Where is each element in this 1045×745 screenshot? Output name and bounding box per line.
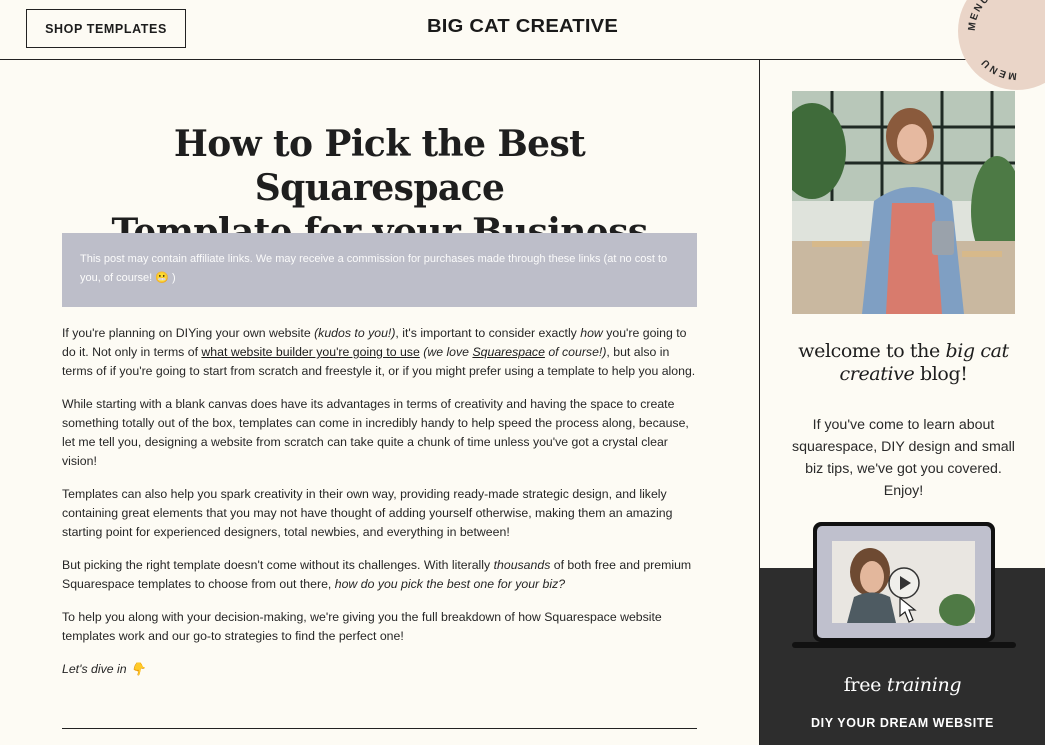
training-video-laptop[interactable] <box>792 522 1016 650</box>
paragraph-3: Templates can also help you spark creati… <box>62 487 673 539</box>
paragraph-4: But picking the right template doesn't c… <box>62 556 702 594</box>
site-header: SHOP TEMPLATES BIG CAT CREATIVE <box>0 0 1045 60</box>
text: But picking the right template doesn't c… <box>62 558 494 572</box>
text: If you're planning on DIYing your own we… <box>62 326 315 340</box>
sidebar-intro: If you've come to learn about squarespac… <box>792 417 1015 499</box>
article-body: If you're planning on DIYing your own we… <box>62 324 702 693</box>
menu-circular-text: MENU MENU MENU <box>967 0 1017 81</box>
paragraph-5: To help you along with your decision-mak… <box>62 610 662 643</box>
menu-button[interactable]: MENU MENU MENU <box>958 0 1045 90</box>
text: blog! <box>914 363 968 385</box>
article-divider <box>62 728 697 729</box>
text: , it's important to consider exactly <box>395 326 581 340</box>
text-italic: thousands <box>493 558 551 572</box>
free-training-heading: free training <box>760 674 1045 696</box>
paragraph-6: Let's dive in 👇 <box>62 660 702 679</box>
logo-text: BIG CAT CREATIVE <box>426 16 618 36</box>
menu-ring-label: MENU <box>978 55 1015 81</box>
text-italic: how <box>580 326 603 340</box>
menu-ring-label: MENU <box>967 0 991 31</box>
text-italic: (we love <box>423 345 473 359</box>
svg-text:MENU: MENU <box>967 0 993 31</box>
text-italic: (kudos to you!) <box>314 326 396 340</box>
diy-dream-website-link[interactable]: DIY YOUR DREAM WEBSITE <box>760 716 1045 730</box>
text: free <box>843 674 887 696</box>
site-logo[interactable]: BIG CAT CREATIVE <box>0 16 1045 37</box>
squarespace-link[interactable]: Squarespace <box>472 345 544 359</box>
website-builder-link[interactable]: what website builder you're going to use <box>201 345 419 359</box>
text: welcome to the <box>798 340 946 362</box>
text-italic: training <box>886 674 962 696</box>
text-italic: Let's dive in 👇 <box>62 662 146 676</box>
paragraph-1: If you're planning on DIYing your own we… <box>62 324 702 381</box>
paragraph-2: While starting with a blank canvas does … <box>62 397 689 468</box>
svg-text:MENU: MENU <box>978 55 1017 81</box>
text-italic: how do you pick the best one for your bi… <box>334 577 566 591</box>
author-photo <box>792 91 1015 314</box>
title-line-1: How to Pick the Best Squarespace <box>173 123 586 209</box>
welcome-heading: welcome to the big cat creative blog! <box>792 340 1015 386</box>
text-italic: of course!) <box>544 345 607 359</box>
affiliate-notice: This post may contain affiliate links. W… <box>62 233 697 307</box>
